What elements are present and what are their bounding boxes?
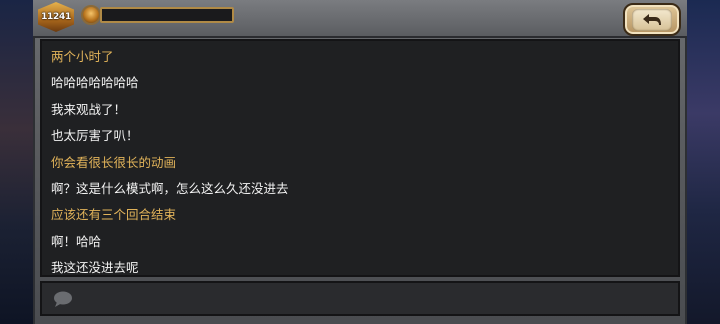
speech-bubble-icon [54,291,72,307]
gem-icon [81,5,101,25]
back-button-face [632,8,672,31]
chat-message: 哈哈哈哈哈哈哈 [51,75,139,91]
chat-message: 两个小时了 [51,49,114,64]
chat-input[interactable] [40,281,680,316]
back-arrow-icon [643,13,661,25]
back-button[interactable] [623,3,681,36]
chat-message: 啊！哈哈 [51,233,102,249]
chat-message: 我这还没进去呢 [51,260,139,276]
chat-message: 啊？这是什么模式啊，怎么这么久还没进去 [51,180,289,196]
chat-message: 我来观战了！ [51,101,127,117]
currency-amount: 11241 [41,12,71,22]
chat-log[interactable]: 两个小时了 哈哈哈哈哈哈哈 我来观战了！ 也太厉害了叭！ 你会看很长很长的动画 … [40,39,680,277]
chat-message: 你会看很长很长的动画 [51,154,177,170]
chat-message: 应该还有三个回合结束 [51,207,177,223]
progress-bar [100,7,234,23]
chat-message: 也太厉害了叭！ [51,128,139,144]
